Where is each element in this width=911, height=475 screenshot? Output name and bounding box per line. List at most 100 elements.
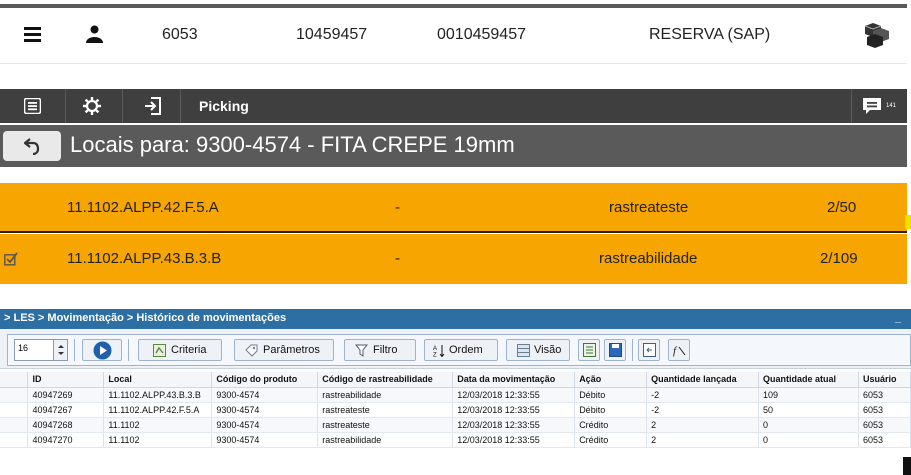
breadcrumb: > LES > Movimentação > Histórico de movi… <box>0 309 911 329</box>
spinner-value: 16 <box>18 343 29 353</box>
cell-local: 11.1102 <box>103 432 213 448</box>
cell-action: Crédito <box>574 432 648 448</box>
scrollbar-thumb[interactable] <box>903 457 911 475</box>
spinner-arrows[interactable] <box>53 340 67 360</box>
cell-local: 11.1102.ALPP.43.B.3.B <box>103 387 213 403</box>
table-row[interactable]: 40947268 11.1102 9300-4574 rastreateste … <box>0 417 911 433</box>
minimize-button[interactable]: _ <box>895 312 901 324</box>
cell-id: 40947270 <box>27 432 105 448</box>
cell-id: 40947267 <box>27 402 105 418</box>
column-header[interactable]: Quantidade lançada <box>646 372 760 388</box>
row-qty: 2/109 <box>820 250 858 267</box>
cell-qty-current: 0 <box>758 432 859 448</box>
column-header-selector <box>0 372 29 388</box>
expand-icon <box>643 343 656 357</box>
column-header[interactable]: ID <box>27 372 105 388</box>
info-padded-number: 0010459457 <box>437 26 526 43</box>
column-header[interactable]: Ação <box>574 372 648 388</box>
menu-icon[interactable] <box>24 98 41 114</box>
column-header[interactable]: Quantidade atual <box>758 372 859 388</box>
function-button[interactable]: f <box>668 339 690 361</box>
cell-qty-current: 50 <box>758 402 859 418</box>
svg-text:A: A <box>433 346 437 352</box>
play-icon <box>93 341 112 360</box>
scroll-marker <box>905 215 911 229</box>
cell-date: 12/03/2018 12:33:55 <box>452 432 576 448</box>
bottom-border <box>0 63 907 64</box>
row-selector[interactable] <box>0 402 29 418</box>
cell-trace-code: rastreateste <box>317 402 454 418</box>
table-row[interactable]: 40947270 11.1102 9300-4574 rastreabilida… <box>0 432 911 448</box>
cell-date: 12/03/2018 12:33:55 <box>452 387 576 403</box>
export-button[interactable] <box>578 339 600 361</box>
cell-user: 6053 <box>858 387 911 403</box>
cell-local: 11.1102 <box>103 417 213 433</box>
save-icon <box>609 343 622 357</box>
cell-product-code: 9300-4574 <box>211 417 319 433</box>
location-row[interactable]: 11.1102.ALPP.43.B.3.B - rastreabilidade … <box>0 234 907 284</box>
user-icon[interactable] <box>86 25 103 43</box>
cell-user: 6053 <box>858 402 911 418</box>
parameters-button[interactable]: Parâmetros <box>234 339 334 361</box>
login-icon[interactable] <box>144 97 162 115</box>
row-selector[interactable] <box>0 417 29 433</box>
location-row[interactable]: 11.1102.ALPP.42.F.5.A - rastreateste 2/5… <box>0 183 907 233</box>
info-code: 6053 <box>162 26 198 43</box>
run-button[interactable] <box>82 339 122 361</box>
picking-panel: Picking 141 Locais para: 9300-4574 - FIT… <box>0 89 911 284</box>
info-reservation: RESERVA (SAP) <box>649 26 771 43</box>
checked-icon[interactable] <box>4 252 18 266</box>
top-border <box>0 4 907 8</box>
cell-local: 11.1102.ALPP.42.F.5.A <box>103 402 213 418</box>
filter-button[interactable]: Filtro <box>344 339 416 361</box>
svg-text:Z: Z <box>433 353 437 358</box>
column-header[interactable]: Local <box>103 372 213 388</box>
cell-qty-launched: 2 <box>646 417 760 433</box>
column-header[interactable]: Data da movimentação <box>452 372 576 388</box>
les-toolbar: 16 Criteria Parâmetros Filtro A Z Ordem … <box>0 329 911 369</box>
cell-trace-code: rastreateste <box>317 417 454 433</box>
cell-date: 12/03/2018 12:33:55 <box>452 402 576 418</box>
order-button[interactable]: A Z Ordem <box>424 339 498 361</box>
cell-product-code: 9300-4574 <box>211 387 319 403</box>
column-header[interactable]: Usuário <box>858 372 911 388</box>
cell-trace-code: rastreabilidade <box>317 387 454 403</box>
cell-qty-launched: -2 <box>646 387 760 403</box>
page-size-spinner[interactable]: 16 <box>14 339 68 361</box>
view-button[interactable]: Visão <box>506 339 570 361</box>
picking-toolbar: Picking 141 <box>0 89 907 123</box>
notification-count: 141 <box>886 103 897 109</box>
boxes-icon[interactable] <box>864 22 892 48</box>
cell-product-code: 9300-4574 <box>211 402 319 418</box>
row-separator: - <box>395 199 400 216</box>
table-row[interactable]: 40947267 11.1102.ALPP.42.F.5.A 9300-4574… <box>0 402 911 418</box>
row-location: 11.1102.ALPP.43.B.3.B <box>67 250 222 267</box>
grid-icon <box>517 344 530 357</box>
list-icon[interactable] <box>24 27 41 42</box>
cell-action: Crédito <box>574 417 648 433</box>
row-location: 11.1102.ALPP.42.F.5.A <box>67 199 219 216</box>
cell-qty-current: 0 <box>758 417 859 433</box>
cell-qty-current: 109 <box>758 387 859 403</box>
table-header-row: ID Local Código do produto Código de ras… <box>0 372 911 388</box>
column-header[interactable]: Código de rastreabilidade <box>317 372 454 388</box>
row-selector[interactable] <box>0 387 29 403</box>
back-arrow-icon <box>24 138 40 155</box>
expand-button[interactable] <box>638 339 660 361</box>
filter-icon <box>355 344 368 357</box>
row-selector[interactable] <box>0 432 29 448</box>
settings-icon[interactable] <box>83 97 101 115</box>
column-header[interactable]: Código do produto <box>211 372 319 388</box>
row-trace: rastreateste <box>609 199 689 216</box>
cell-qty-launched: 2 <box>646 432 760 448</box>
cell-id: 40947268 <box>27 417 105 433</box>
save-button[interactable] <box>604 339 626 361</box>
notification-icon[interactable] <box>862 97 882 115</box>
criteria-button[interactable]: Criteria <box>138 339 222 361</box>
picking-header: Locais para: 9300-4574 - FITA CREPE 19mm <box>0 125 907 167</box>
cell-product-code: 9300-4574 <box>211 432 319 448</box>
row-divider <box>0 231 907 233</box>
spinner-arrows-icon <box>58 345 64 355</box>
back-button[interactable] <box>3 131 61 161</box>
table-row[interactable]: 40947269 11.1102.ALPP.43.B.3.B 9300-4574… <box>0 387 911 403</box>
